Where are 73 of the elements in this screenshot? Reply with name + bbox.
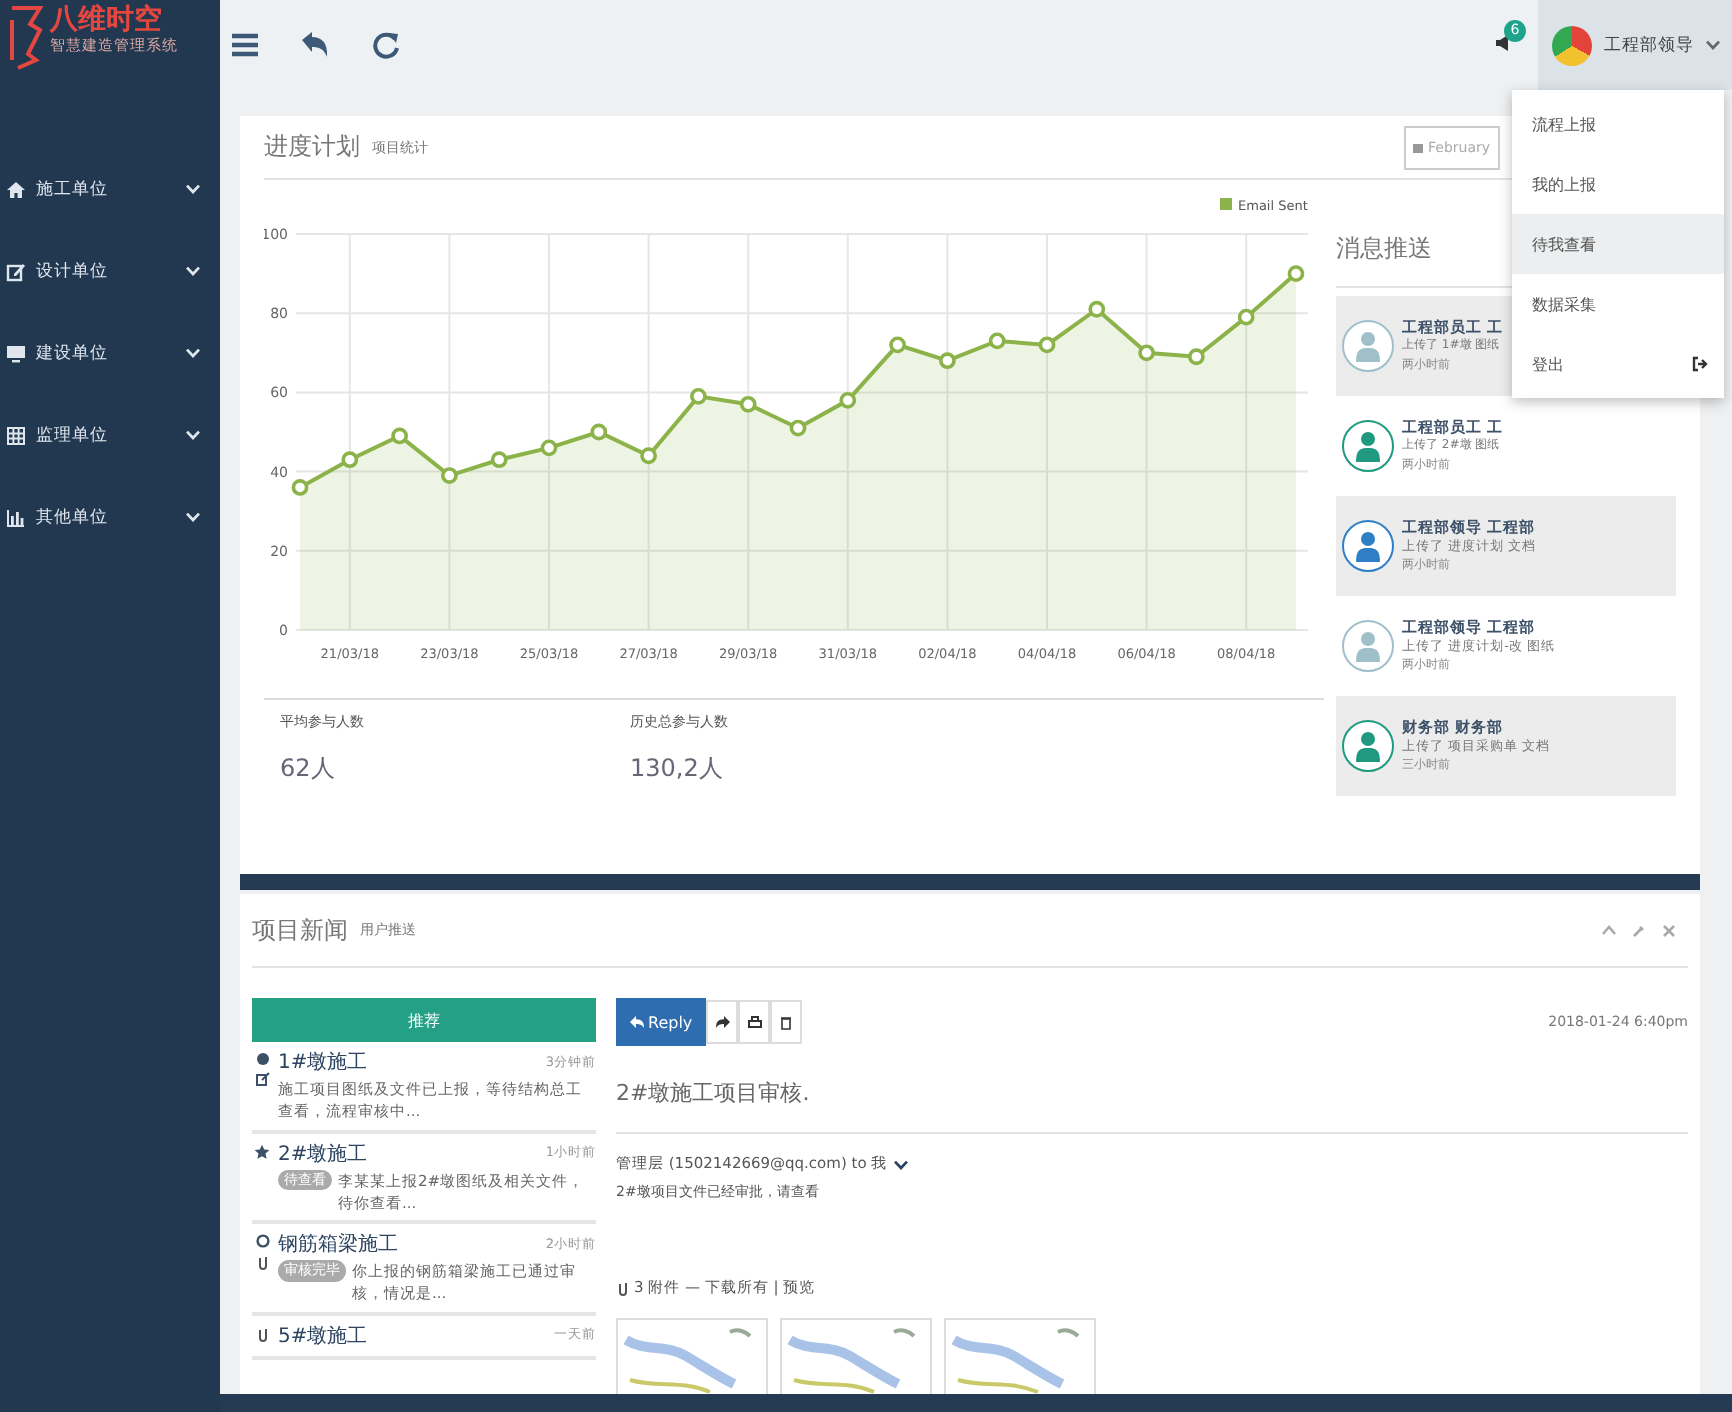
logo-title: 八维时空 <box>50 4 164 36</box>
sidebar-item[interactable]: 监理单位 <box>0 394 220 476</box>
reply-icon <box>630 1016 644 1028</box>
chevron-down-icon <box>893 1159 908 1169</box>
user-menu-toggle[interactable]: 工程部领导 <box>1538 0 1732 90</box>
data-point <box>441 467 458 484</box>
data-point <box>640 447 657 465</box>
data-point <box>939 352 956 370</box>
data-point <box>341 451 359 469</box>
undo-icon[interactable] <box>300 30 330 60</box>
data-point <box>889 336 906 354</box>
reply-button[interactable]: Reply <box>616 998 707 1046</box>
data-point <box>739 395 757 413</box>
calendar-icon <box>1412 141 1424 153</box>
table-icon <box>6 425 26 445</box>
stat-value: 130,2人 <box>630 752 725 786</box>
chevron-down-icon <box>186 512 200 522</box>
data-point <box>1287 265 1305 282</box>
megaphone-icon[interactable] <box>1494 33 1512 51</box>
chevron-down-icon <box>186 430 200 440</box>
chevron-down-icon <box>186 184 200 194</box>
data-point <box>1237 308 1255 326</box>
sidebar-item[interactable]: 建设单位 <box>0 312 220 394</box>
bar-chart-icon <box>6 507 26 527</box>
news-title: 钢筋箱梁施工 <box>278 1231 398 1258</box>
menu-item[interactable]: 待我查看 <box>1512 214 1724 274</box>
data-point <box>839 391 857 409</box>
refresh-icon[interactable] <box>372 30 400 60</box>
menu-item[interactable]: 流程上报 <box>1512 94 1724 154</box>
edit-icon <box>6 261 26 281</box>
panel-title: 项目新闻 <box>252 913 348 947</box>
chevron-down-icon <box>1706 40 1720 50</box>
data-point <box>1038 336 1056 354</box>
data-point <box>690 387 707 405</box>
dot-icon <box>255 1052 269 1066</box>
delete-button[interactable] <box>770 1000 803 1044</box>
panel-title: 进度计划 <box>264 130 360 164</box>
data-point <box>789 419 807 437</box>
data-point <box>590 423 608 441</box>
news-title: 1#墩施工 <box>278 1049 368 1076</box>
chevron-down-icon <box>186 266 200 276</box>
menu-icon[interactable] <box>232 32 258 58</box>
stat-value: 62人 <box>280 752 337 786</box>
news-title: 5#墩施工 <box>278 1323 368 1349</box>
avatar <box>1552 25 1592 65</box>
legend-swatch <box>1220 198 1232 210</box>
data-point <box>540 439 558 457</box>
monitor-icon <box>6 343 26 363</box>
sidebar-item[interactable]: 其他单位 <box>0 476 220 558</box>
star-icon <box>254 1143 270 1159</box>
data-point <box>1138 344 1155 362</box>
home-icon <box>6 179 26 199</box>
print-button[interactable] <box>738 1000 771 1044</box>
circle-icon <box>255 1234 269 1248</box>
sidebar-item[interactable]: 施工单位 <box>0 148 220 230</box>
chevron-down-icon <box>186 348 200 358</box>
news-title: 2#墩施工 <box>278 1141 368 1167</box>
sidebar-item[interactable]: 设计单位 <box>0 230 220 312</box>
data-point <box>391 427 408 445</box>
printer-icon <box>747 1015 762 1029</box>
logout-icon <box>1692 356 1708 372</box>
data-point <box>1088 300 1106 318</box>
data-point <box>988 332 1006 350</box>
forward-button[interactable] <box>706 1000 739 1044</box>
trash-icon <box>780 1015 793 1029</box>
mail-subject: 2#墩施工项目审核. <box>616 1046 1688 1134</box>
forward-icon <box>715 1016 730 1028</box>
menu-item[interactable]: 我的上报 <box>1512 154 1724 214</box>
data-point <box>490 451 508 469</box>
edit-icon <box>255 1072 269 1086</box>
data-point <box>291 479 309 496</box>
logo-icon <box>8 4 44 72</box>
data-point <box>1188 348 1205 366</box>
